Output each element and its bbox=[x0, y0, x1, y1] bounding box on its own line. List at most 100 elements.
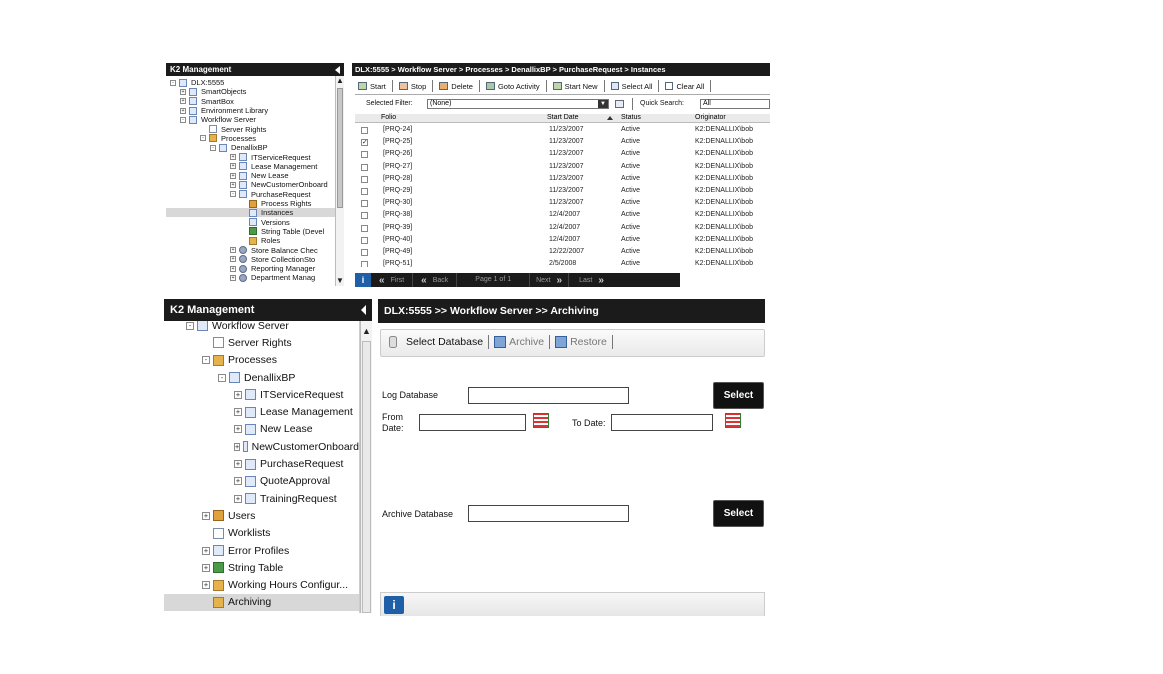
tree-item-lease-management[interactable]: + Lease Management bbox=[164, 404, 359, 421]
goto-activity-button[interactable]: Goto Activity bbox=[485, 82, 540, 91]
tree-item-denallixbp[interactable]: - DenallixBP bbox=[166, 143, 335, 152]
tree-item-environment-library[interactable]: + Environment Library bbox=[166, 106, 335, 115]
scroll-up-icon[interactable]: ▲ bbox=[361, 326, 372, 336]
tree-item-trainingrequest[interactable]: + TrainingRequest bbox=[164, 490, 359, 507]
table-row[interactable]: [PRQ-24] 11/23/2007 Active K2:DENALLIX\bob bbox=[355, 125, 770, 136]
tree-item-worklists[interactable]: Worklists bbox=[164, 525, 359, 542]
tree-item-instances[interactable]: Instances bbox=[166, 208, 335, 218]
restore-button[interactable]: Restore bbox=[555, 336, 607, 348]
expand-node-icon[interactable]: + bbox=[234, 494, 242, 503]
table-row[interactable]: [PRQ-29] 11/23/2007 Active K2:DENALLIX\bob bbox=[355, 186, 770, 197]
table-row[interactable]: [PRQ-39] 12/4/2007 Active K2:DENALLIX\bob bbox=[355, 223, 770, 234]
table-row[interactable]: [PRQ-38] 12/4/2007 Active K2:DENALLIX\bob bbox=[355, 210, 770, 221]
scroll-thumb[interactable] bbox=[337, 88, 343, 208]
tree-item-itservicerequest[interactable]: + ITServiceRequest bbox=[164, 386, 359, 403]
expand-node-icon[interactable]: + bbox=[234, 408, 242, 417]
collapse-node-icon[interactable]: - bbox=[202, 356, 210, 365]
collapse-node-icon[interactable]: - bbox=[218, 373, 226, 382]
tree-item-purchaserequest[interactable]: - PurchaseRequest bbox=[166, 190, 335, 199]
expand-node-icon[interactable]: + bbox=[234, 460, 242, 469]
tree-item-processes[interactable]: - Processes bbox=[166, 134, 335, 143]
archive-database-field[interactable] bbox=[468, 505, 629, 522]
select-all-button[interactable]: Select All bbox=[610, 82, 652, 91]
info-icon[interactable]: i bbox=[384, 596, 404, 614]
tree-item-string-table-devel[interactable]: String Table (Devel bbox=[166, 227, 335, 236]
log-database-field[interactable] bbox=[468, 387, 629, 404]
expand-node-icon[interactable]: + bbox=[230, 247, 236, 254]
tree-item-itservicerequest[interactable]: + ITServiceRequest bbox=[166, 152, 335, 162]
expand-node-icon[interactable]: + bbox=[202, 563, 210, 572]
tree-item-workflow-server[interactable]: - Workflow Server bbox=[166, 115, 335, 124]
row-checkbox[interactable] bbox=[361, 261, 368, 267]
last-page-button[interactable]: Last» bbox=[569, 273, 614, 287]
back-page-button[interactable]: «Back bbox=[413, 273, 458, 287]
expand-node-icon[interactable]: + bbox=[230, 256, 236, 263]
table-row[interactable]: ✓ [PRQ-25] 11/23/2007 Active K2:DENALLIX\bob bbox=[355, 137, 770, 148]
table-row[interactable]: [PRQ-26] 11/23/2007 Active K2:DENALLIX\bob bbox=[355, 149, 770, 160]
start-button[interactable]: Start bbox=[358, 82, 386, 91]
scroll-down-icon[interactable]: ▼ bbox=[336, 276, 344, 286]
tree-item-server-rights[interactable]: Server Rights bbox=[166, 125, 335, 134]
collapse-node-icon[interactable]: - bbox=[170, 79, 176, 86]
collapse-node-icon[interactable]: - bbox=[210, 144, 216, 151]
tree-item-lease-management[interactable]: + Lease Management bbox=[166, 162, 335, 171]
tree-item-smartbox[interactable]: + SmartBox bbox=[166, 97, 335, 106]
start-new-button[interactable]: Start New bbox=[552, 82, 598, 91]
collapse-node-icon[interactable]: - bbox=[230, 191, 236, 198]
tree-item-newcustomeronboard[interactable]: + NewCustomerOnboard bbox=[166, 180, 335, 189]
tree-item-archiving[interactable]: Archiving bbox=[164, 593, 359, 612]
chevron-down-icon[interactable]: ▼ bbox=[598, 100, 608, 108]
tree-item-string-table[interactable]: + String Table bbox=[164, 559, 359, 576]
tree-item-store-collectionsto[interactable]: + Store CollectionSto bbox=[166, 255, 335, 264]
row-checkbox[interactable] bbox=[361, 249, 368, 256]
info-icon[interactable]: i bbox=[355, 273, 371, 287]
column-header-start-date[interactable]: Start Date bbox=[547, 114, 579, 121]
tree-item-reporting-manager[interactable]: + Reporting Manager bbox=[166, 264, 335, 273]
tree-item-new-lease[interactable]: + New Lease bbox=[166, 171, 335, 180]
expand-node-icon[interactable]: + bbox=[202, 546, 210, 555]
to-date-calendar-icon[interactable] bbox=[725, 413, 741, 428]
collapse-node-icon[interactable]: - bbox=[186, 321, 194, 330]
expand-node-icon[interactable]: + bbox=[230, 172, 236, 179]
row-checkbox[interactable] bbox=[361, 212, 368, 220]
select-log-database-button[interactable]: Select bbox=[713, 382, 764, 409]
tree-item-store-balance-chec[interactable]: + Store Balance Chec bbox=[166, 245, 335, 255]
tree-item-dlx-5555[interactable]: - DLX:5555 bbox=[166, 78, 335, 87]
tree-item-error-profiles[interactable]: + Error Profiles bbox=[164, 542, 359, 559]
select-archive-database-button[interactable]: Select bbox=[713, 500, 764, 527]
clear-all-button[interactable]: Clear All bbox=[665, 82, 704, 91]
expand-node-icon[interactable]: + bbox=[180, 88, 186, 95]
expand-node-icon[interactable]: + bbox=[180, 98, 186, 105]
tree-item-purchaserequest[interactable]: + PurchaseRequest bbox=[164, 455, 359, 472]
tree-item-versions[interactable]: Versions bbox=[166, 218, 335, 227]
collapse-node-icon[interactable]: - bbox=[200, 135, 206, 142]
expand-node-icon[interactable]: + bbox=[230, 181, 236, 188]
tree-item-roles[interactable]: Roles bbox=[166, 236, 335, 245]
expand-node-icon[interactable]: + bbox=[230, 265, 236, 272]
expand-node-icon[interactable]: + bbox=[230, 154, 236, 161]
tree-item-process-rights[interactable]: Process Rights bbox=[166, 199, 335, 208]
tree-item-quoteapproval[interactable]: + QuoteApproval bbox=[164, 473, 359, 490]
table-row[interactable]: [PRQ-27] 11/23/2007 Active K2:DENALLIX\bob bbox=[355, 162, 770, 173]
tree-item-server-rights[interactable]: Server Rights bbox=[164, 334, 359, 351]
archive-button[interactable]: Archive bbox=[494, 336, 544, 348]
table-row[interactable]: [PRQ-28] 11/23/2007 Active K2:DENALLIX\bob bbox=[355, 174, 770, 185]
tree-item-workflow-server[interactable]: - Workflow Server bbox=[164, 321, 359, 334]
tree-item-processes[interactable]: - Processes bbox=[164, 352, 359, 369]
row-checkbox-checked[interactable]: ✓ bbox=[361, 139, 368, 147]
table-row[interactable]: [PRQ-49] 12/22/2007 Active K2:DENALLIX\bob bbox=[355, 247, 770, 258]
tree-item-working-hours-configur[interactable]: + Working Hours Configur... bbox=[164, 577, 359, 594]
expand-node-icon[interactable]: + bbox=[230, 163, 236, 170]
next-page-button[interactable]: Next» bbox=[530, 273, 570, 287]
row-checkbox[interactable] bbox=[361, 151, 368, 159]
select-database-button[interactable]: Select Database bbox=[389, 336, 483, 348]
expand-node-icon[interactable]: + bbox=[234, 442, 241, 451]
top-tree-scrollbar[interactable]: ▲ ▼ bbox=[335, 76, 344, 286]
table-row[interactable]: [PRQ-51] 2/5/2008 Active K2:DENALLIX\bob bbox=[355, 259, 770, 267]
from-date-field[interactable] bbox=[419, 414, 526, 431]
row-checkbox[interactable] bbox=[361, 224, 368, 232]
collapse-node-icon[interactable]: - bbox=[180, 116, 186, 123]
column-header-originator[interactable]: Originator bbox=[695, 114, 726, 121]
scroll-thumb[interactable] bbox=[362, 341, 371, 613]
column-header-folio[interactable]: Folio bbox=[381, 114, 396, 121]
